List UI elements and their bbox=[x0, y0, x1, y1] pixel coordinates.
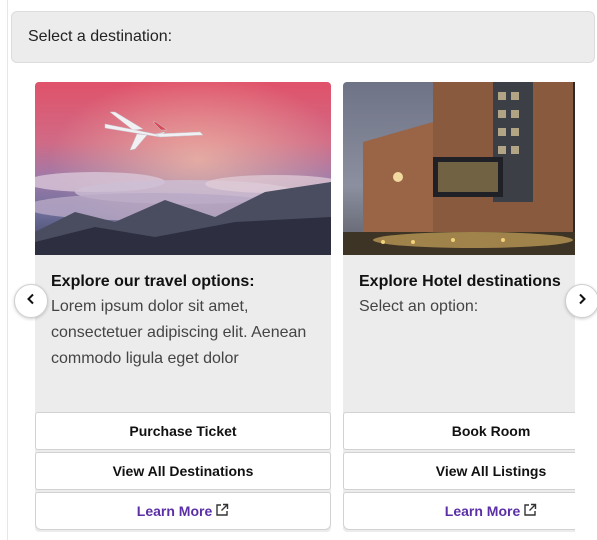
card-title: Explore Hotel destinations bbox=[359, 273, 561, 290]
card-title: Explore our travel options: bbox=[51, 273, 255, 290]
button-label: Purchase Ticket bbox=[129, 423, 237, 439]
airplane-image bbox=[35, 82, 331, 255]
card-hotel: Explore Hotel destinations Select an opt… bbox=[343, 82, 575, 532]
learn-more-link[interactable]: Learn More bbox=[35, 492, 331, 530]
learn-more-link[interactable]: Learn More bbox=[343, 492, 575, 530]
card-actions: Purchase Ticket View All Destinations Le… bbox=[35, 412, 331, 532]
card-text: Lorem ipsum dolor sit amet, consectetuer… bbox=[51, 298, 307, 367]
view-all-destinations-button[interactable]: View All Destinations bbox=[35, 452, 331, 490]
link-label: Learn More bbox=[444, 503, 521, 519]
external-link-icon bbox=[215, 503, 229, 520]
card-body: Explore our travel options: Lorem ipsum … bbox=[35, 255, 331, 412]
card-actions: Book Room View All Listings Learn More bbox=[343, 412, 575, 532]
card-carousel: Explore our travel options: Lorem ipsum … bbox=[35, 82, 575, 534]
view-all-listings-button[interactable]: View All Listings bbox=[343, 452, 575, 490]
chevron-right-icon bbox=[576, 292, 588, 310]
carousel-next-button[interactable] bbox=[565, 284, 597, 318]
card-travel: Explore our travel options: Lorem ipsum … bbox=[35, 82, 331, 532]
button-label: Book Room bbox=[451, 423, 531, 439]
purchase-ticket-button[interactable]: Purchase Ticket bbox=[35, 412, 331, 450]
button-label: View All Listings bbox=[435, 463, 547, 479]
prompt-bar: Select a destination: bbox=[11, 11, 595, 63]
link-label: Learn More bbox=[136, 503, 213, 519]
external-link-icon bbox=[523, 503, 537, 520]
chevron-left-icon bbox=[25, 292, 37, 310]
book-room-button[interactable]: Book Room bbox=[343, 412, 575, 450]
hotel-image bbox=[343, 82, 575, 255]
card-text: Select an option: bbox=[359, 298, 479, 315]
frame-line bbox=[7, 0, 8, 540]
card-body: Explore Hotel destinations Select an opt… bbox=[343, 255, 575, 412]
prompt-label: Select a destination: bbox=[28, 28, 173, 45]
button-label: View All Destinations bbox=[112, 463, 254, 479]
carousel-prev-button[interactable] bbox=[14, 284, 48, 318]
chat-widget: Select a destination: Explore our travel… bbox=[0, 0, 597, 540]
